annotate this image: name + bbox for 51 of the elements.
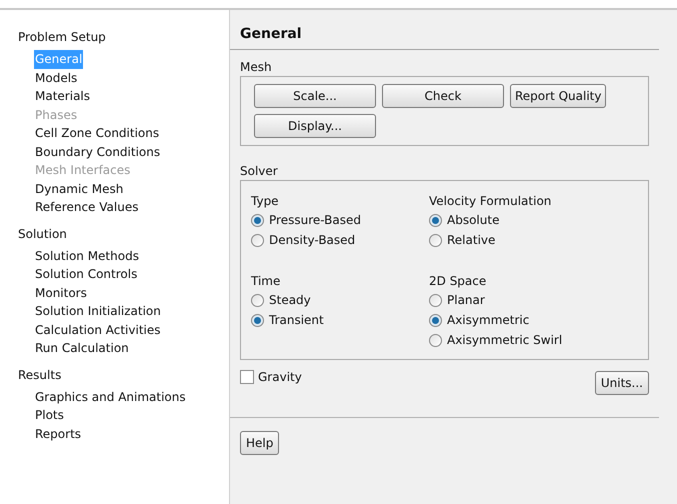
tree-item[interactable]: Solution Initialization	[34, 302, 162, 320]
tree-item[interactable]: Materials	[34, 87, 92, 106]
option-group-label: Velocity Formulation	[429, 193, 552, 210]
tree-item[interactable]: Calculation Activities	[34, 320, 162, 339]
tree-section-label[interactable]: Solution	[18, 224, 229, 242]
help-button[interactable]: Help	[240, 431, 280, 455]
radio-button[interactable]	[251, 214, 264, 226]
tree-item[interactable]: Graphics and Animations	[34, 388, 187, 406]
radio-label: Density-Based	[269, 232, 356, 249]
radio-button[interactable]	[429, 314, 442, 326]
radio-button[interactable]	[429, 234, 442, 246]
tree-item[interactable]: Dynamic Mesh	[34, 180, 124, 198]
tree-item[interactable]: Models	[34, 68, 78, 87]
radio-button[interactable]	[251, 294, 264, 306]
tree-item[interactable]: Run Calculation	[34, 339, 130, 358]
radio-button[interactable]	[429, 214, 442, 226]
gravity-label: Gravity	[258, 369, 302, 386]
tree-item[interactable]: Reports	[34, 424, 82, 443]
tree-section-label[interactable]: Problem Setup	[18, 28, 229, 46]
radio-button[interactable]	[429, 294, 442, 306]
tree-item[interactable]: Solution Controls	[34, 265, 138, 284]
tree-item[interactable]: Reference Values	[34, 198, 140, 216]
tree-item[interactable]: Plots	[34, 406, 65, 424]
radio-label: Planar	[447, 292, 485, 309]
radio-label: Transient	[269, 312, 324, 329]
panel-title: General	[230, 24, 659, 50]
radio-label: Absolute	[447, 212, 500, 229]
radio-button[interactable]	[251, 314, 264, 326]
tree-item[interactable]: Cell Zone Conditions	[34, 124, 160, 142]
tree-item[interactable]: Solution Methods	[34, 246, 140, 265]
mesh-button[interactable]: Display...	[254, 114, 376, 138]
tree-item[interactable]: Monitors	[34, 284, 88, 302]
radio-button[interactable]	[429, 334, 442, 346]
mesh-button[interactable]: Scale...	[254, 84, 376, 108]
units-button[interactable]: Units...	[594, 371, 649, 395]
radio-label: Relative	[447, 232, 496, 249]
option-group-label: Type	[251, 193, 280, 210]
group-label: Mesh	[240, 59, 273, 76]
mesh-button[interactable]: Report Quality	[510, 84, 606, 108]
radio-button[interactable]	[251, 234, 264, 246]
tree-item[interactable]: Boundary Conditions	[34, 142, 162, 161]
group-label: Solver	[240, 163, 279, 180]
radio-label: Pressure-Based	[269, 212, 361, 229]
radio-label: Steady	[269, 292, 311, 309]
gravity-checkbox[interactable]	[240, 370, 254, 384]
mesh-button[interactable]: Check	[382, 84, 504, 108]
tree-section-label[interactable]: Results	[18, 366, 229, 384]
radio-label: Axisymmetric	[447, 312, 530, 329]
radio-label: Axisymmetric Swirl	[447, 332, 562, 349]
option-group-label: 2D Space	[429, 273, 488, 290]
option-group-label: Time	[251, 273, 282, 290]
